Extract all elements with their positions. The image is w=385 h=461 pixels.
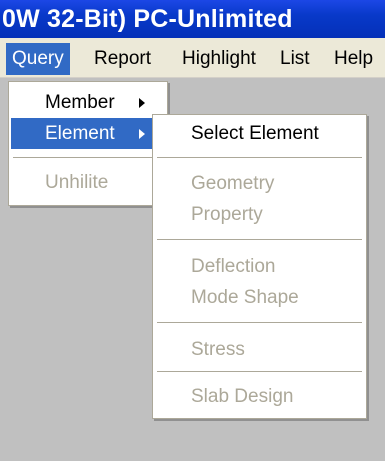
menu-item-member[interactable]: Member	[11, 87, 165, 118]
submenu-arrow-icon	[139, 129, 145, 139]
menu-item-geometry[interactable]: Geometry	[155, 168, 364, 199]
menu-item-deflection-label: Deflection	[191, 256, 276, 277]
menu-bar: Query Report Highlight List Help	[0, 38, 385, 78]
menu-separator	[157, 322, 362, 324]
menu-item-geometry-label: Geometry	[191, 173, 275, 194]
menu-help[interactable]: Help	[328, 43, 379, 75]
menu-separator	[157, 371, 362, 373]
menu-item-slab-design-label: Slab Design	[191, 386, 294, 407]
menu-list[interactable]: List	[274, 43, 316, 75]
menu-item-mode-shape[interactable]: Mode Shape	[155, 282, 364, 313]
menu-item-deflection[interactable]: Deflection	[155, 251, 364, 282]
menu-separator	[157, 239, 362, 241]
menu-item-unhilite[interactable]: Unhilite	[11, 167, 165, 198]
menu-item-select-element-label: Select Element	[191, 123, 319, 144]
menu-item-property[interactable]: Property	[155, 199, 364, 230]
title-bar[interactable]: 0W 32-Bit) PC-Unlimited	[0, 0, 385, 38]
menu-highlight[interactable]: Highlight	[176, 43, 262, 75]
menu-item-mode-shape-label: Mode Shape	[191, 287, 299, 308]
menu-item-member-label: Member	[45, 92, 115, 113]
menu-item-select-element[interactable]: Select Element	[155, 118, 364, 149]
menu-item-element-label: Element	[45, 123, 115, 144]
menu-item-stress[interactable]: Stress	[155, 334, 364, 365]
menu-separator	[13, 157, 163, 159]
menu-item-element[interactable]: Element	[11, 118, 165, 149]
element-submenu: Select Element Geometry Property Deflect…	[152, 114, 367, 419]
submenu-arrow-icon	[139, 98, 145, 108]
menu-query[interactable]: Query	[6, 43, 70, 75]
menu-item-property-label: Property	[191, 204, 263, 225]
menu-item-slab-design[interactable]: Slab Design	[155, 381, 364, 412]
menu-item-stress-label: Stress	[191, 339, 245, 360]
window-title: 0W 32-Bit) PC-Unlimited	[2, 5, 293, 33]
menu-separator	[157, 157, 362, 159]
menu-report[interactable]: Report	[88, 43, 157, 75]
query-dropdown: Member Element Unhilite	[8, 81, 168, 206]
menu-item-unhilite-label: Unhilite	[45, 172, 109, 193]
